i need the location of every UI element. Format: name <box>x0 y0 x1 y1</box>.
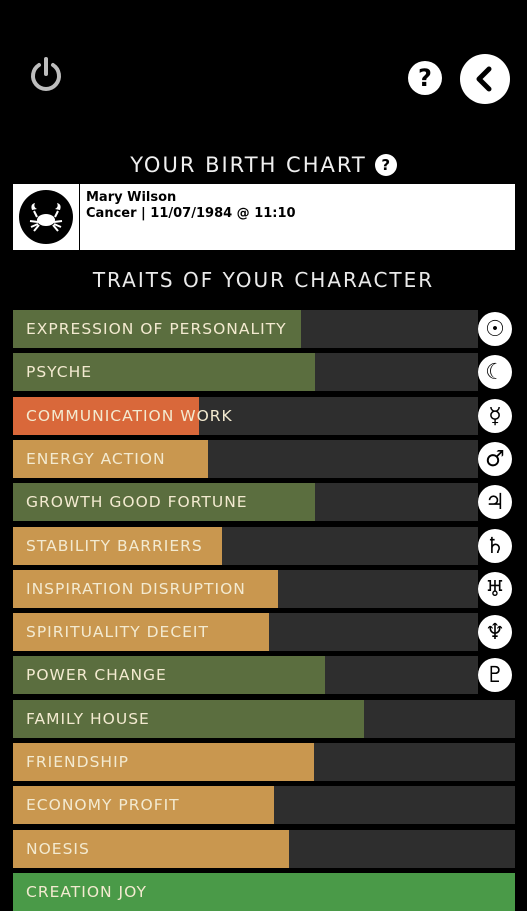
uranus-icon[interactable]: ♅ <box>478 572 512 606</box>
crab-icon <box>29 203 63 232</box>
trait-bar[interactable]: NOESIS <box>13 830 515 868</box>
avatar-wrap <box>13 184 80 250</box>
title-row: YOUR BIRTH CHART ? <box>0 150 527 180</box>
moon-icon[interactable]: ☾ <box>478 355 512 389</box>
trait-bar[interactable]: SPIRITUALITY DECEIT <box>13 613 478 651</box>
mercury-icon[interactable]: ☿ <box>478 399 512 433</box>
trait-bar[interactable]: PSYCHE <box>13 353 478 391</box>
trait-label: NOESIS <box>26 840 90 858</box>
mars-icon[interactable]: ♂ <box>478 442 512 476</box>
profile-card[interactable]: Mary Wilson Cancer | 11/07/1984 @ 11:10 <box>13 184 515 250</box>
trait-bar[interactable]: STABILITY BARRIERS <box>13 527 478 565</box>
trait-label: FRIENDSHIP <box>26 753 129 771</box>
profile-name: Mary Wilson <box>86 190 177 205</box>
trait-label: GROWTH GOOD FORTUNE <box>26 493 248 511</box>
power-button[interactable] <box>26 54 66 94</box>
section-title: TRAITS OF YOUR CHARACTER <box>92 268 435 292</box>
trait-label: STABILITY BARRIERS <box>26 537 203 555</box>
profile-details: Cancer | 11/07/1984 @ 11:10 <box>86 206 296 221</box>
jupiter-icon[interactable]: ♃ <box>478 485 512 519</box>
trait-bar[interactable]: GROWTH GOOD FORTUNE <box>13 483 478 521</box>
trait-bar[interactable]: INSPIRATION DISRUPTION <box>13 570 478 608</box>
trait-bar[interactable]: ENERGY ACTION <box>13 440 478 478</box>
chevron-left-icon <box>476 66 492 92</box>
trait-label: PSYCHE <box>26 363 93 381</box>
trait-label: COMMUNICATION WORK <box>26 407 233 425</box>
back-button[interactable] <box>460 54 510 104</box>
trait-label: FAMILY HOUSE <box>26 710 150 728</box>
trait-bar[interactable]: FAMILY HOUSE <box>13 700 515 738</box>
trait-bar[interactable]: CREATION JOY <box>13 873 515 911</box>
page-title: YOUR BIRTH CHART <box>130 153 367 177</box>
trait-label: ENERGY ACTION <box>26 450 166 468</box>
help-icon: ? <box>418 64 432 92</box>
avatar <box>19 190 73 244</box>
power-icon <box>31 57 61 91</box>
title-help-icon[interactable]: ? <box>374 154 397 176</box>
trait-label: POWER CHANGE <box>26 666 167 684</box>
trait-bar[interactable]: FRIENDSHIP <box>13 743 515 781</box>
pluto-icon[interactable]: ♇ <box>478 658 512 692</box>
trait-label: CREATION JOY <box>26 883 147 901</box>
neptune-icon[interactable]: ♆ <box>478 615 512 649</box>
help-button[interactable]: ? <box>408 61 442 95</box>
profile-text: Mary Wilson Cancer | 11/07/1984 @ 11:10 <box>80 184 302 250</box>
trait-bar[interactable]: ECONOMY PROFIT <box>13 786 515 824</box>
saturn-icon[interactable]: ♄ <box>478 529 512 563</box>
trait-label: SPIRITUALITY DECEIT <box>26 623 209 641</box>
trait-bar[interactable]: POWER CHANGE <box>13 656 478 694</box>
trait-label: INSPIRATION DISRUPTION <box>26 580 246 598</box>
trait-bar[interactable]: COMMUNICATION WORK <box>13 397 478 435</box>
trait-label: EXPRESSION OF PERSONALITY <box>26 320 287 338</box>
trait-bar[interactable]: EXPRESSION OF PERSONALITY <box>13 310 478 348</box>
sun-icon[interactable]: ☉ <box>478 312 512 346</box>
trait-label: ECONOMY PROFIT <box>26 796 180 814</box>
